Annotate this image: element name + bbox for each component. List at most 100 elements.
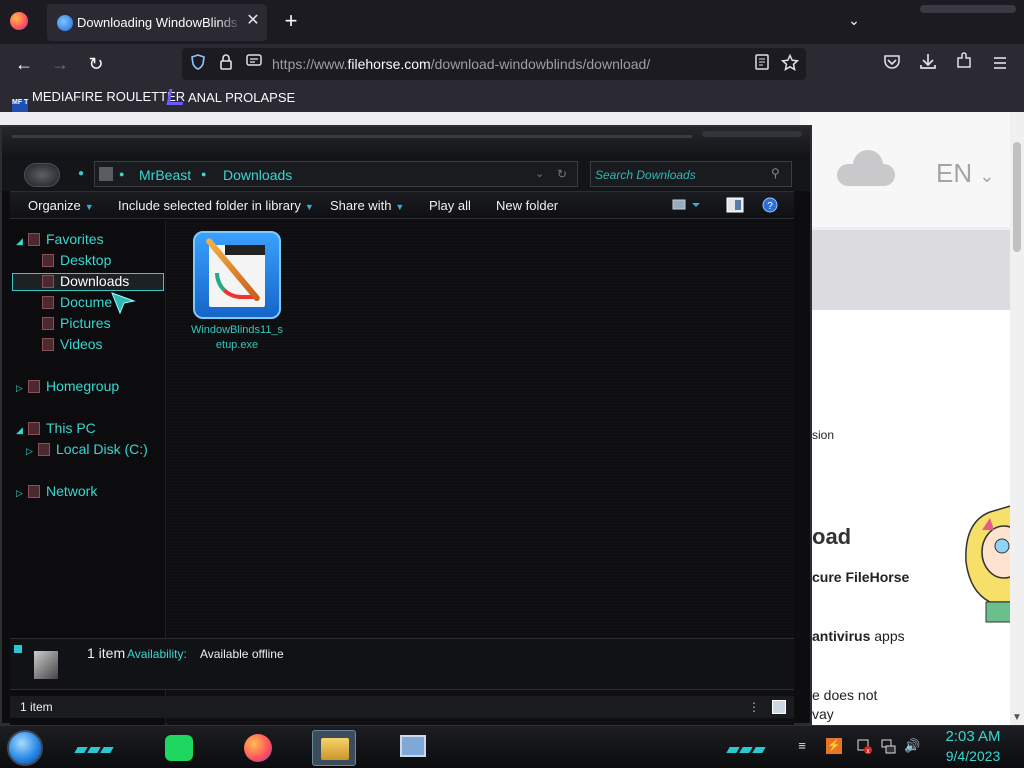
- nav-homegroup[interactable]: ▷ Homegroup: [16, 378, 119, 396]
- breadcrumb-mrbeast[interactable]: MrBeast: [139, 167, 191, 183]
- start-button[interactable]: [7, 730, 43, 766]
- bookmark-anal-prolapse[interactable]: ANAL PROLAPSE: [166, 89, 296, 107]
- list-all-tabs-button[interactable]: ⌄: [845, 12, 863, 30]
- preview-pane-icon[interactable]: [726, 197, 744, 213]
- desktop-icon: [42, 254, 54, 267]
- search-icon[interactable]: ⚲: [771, 166, 787, 182]
- nav-downloads[interactable]: Downloads: [42, 273, 129, 291]
- back-forward-orb-icon[interactable]: [24, 163, 60, 187]
- browser-tab-bar: Downloading WindowBlinds 11 ✕ + ⌄: [0, 0, 1024, 44]
- pocket-icon[interactable]: [880, 52, 904, 76]
- language-selector[interactable]: EN ⌄: [936, 158, 994, 189]
- play-all-button[interactable]: Play all: [429, 198, 471, 213]
- chevron-down-icon: ⌄: [979, 166, 995, 186]
- url-text[interactable]: https://www.filehorse.com/download-windo…: [272, 56, 650, 72]
- reload-button[interactable]: ↻: [84, 52, 108, 76]
- taskbar-file-explorer[interactable]: [312, 730, 356, 766]
- back-button[interactable]: ←: [12, 52, 36, 76]
- bookmark-label: ANAL PROLAPSE: [188, 90, 296, 105]
- file-item[interactable]: WindowBlinds11_setup.exe: [189, 231, 285, 361]
- network-icon[interactable]: [880, 738, 896, 754]
- reader-view-icon[interactable]: [752, 54, 772, 74]
- app-menu-icon[interactable]: [988, 52, 1012, 76]
- change-view-icon[interactable]: [672, 197, 700, 213]
- lock-icon[interactable]: [216, 54, 236, 74]
- web-text: cure FileHorse: [812, 569, 910, 585]
- nav-documents[interactable]: Docume: [42, 294, 112, 312]
- permissions-icon[interactable]: [244, 54, 264, 74]
- taskbar-spotify[interactable]: [156, 730, 200, 766]
- address-dropdown-icon[interactable]: ⌄: [535, 167, 544, 180]
- details-view-icon[interactable]: ⋮: [748, 700, 762, 714]
- nav-local-disk[interactable]: ▷ Local Disk (C:): [26, 441, 148, 459]
- volume-icon[interactable]: 🔊: [904, 738, 920, 754]
- mouse-cursor-icon: [110, 291, 136, 315]
- expand-arrow-icon: ▷: [16, 488, 23, 498]
- nav-pictures[interactable]: Pictures: [42, 315, 111, 333]
- url-path: /download-windowblinds/download/: [430, 56, 651, 72]
- forward-button[interactable]: →: [48, 52, 72, 76]
- organize-button[interactable]: Organize ▼: [28, 198, 94, 213]
- downloads-icon[interactable]: [916, 52, 940, 76]
- pictures-icon: [42, 317, 54, 330]
- nav-this-pc[interactable]: ◢ This PC: [16, 420, 96, 438]
- large-icons-view-icon[interactable]: [772, 700, 786, 714]
- include-in-library-button[interactable]: Include selected folder in library ▼: [118, 198, 314, 213]
- nav-desktop[interactable]: Desktop: [42, 252, 111, 270]
- bookmark-star-icon[interactable]: [780, 53, 800, 74]
- bookmarks-toolbar: MF T MEDIAFIRE ROULETTER ANAL PROLAPSE: [0, 84, 1024, 115]
- recent-locations-icon[interactable]: ●: [74, 167, 88, 181]
- app-tray-icon[interactable]: ⚡: [826, 738, 842, 754]
- breadcrumb-downloads[interactable]: Downloads: [223, 167, 292, 183]
- web-heading: oad: [812, 524, 852, 549]
- taskbar-decoration: [74, 740, 115, 753]
- titlebar-decoration: [702, 131, 802, 137]
- status-bar: 1 item ⋮: [10, 696, 794, 718]
- address-bar[interactable]: ● MrBeast ● Downloads ⌄ ↻: [94, 161, 578, 187]
- frame-decoration: [14, 645, 22, 653]
- tab-downloading-windowblinds[interactable]: Downloading WindowBlinds 11 ✕: [47, 4, 267, 41]
- details-item-count: 1 item: [87, 645, 126, 661]
- folder-location-icon: [99, 167, 113, 181]
- web-text: vay: [812, 706, 834, 722]
- language-code: EN: [936, 158, 973, 188]
- tab-close-icon[interactable]: ✕: [244, 12, 262, 30]
- cloud-icon[interactable]: [837, 150, 895, 186]
- help-icon[interactable]: ?: [762, 197, 780, 213]
- refresh-icon[interactable]: ↻: [557, 167, 567, 181]
- nav-network[interactable]: ▷ Network: [16, 483, 97, 501]
- videos-icon: [42, 338, 54, 351]
- url-bar[interactable]: https://www.filehorse.com/download-windo…: [182, 48, 806, 80]
- taskbar-windowblinds[interactable]: [392, 730, 436, 766]
- windowblinds-icon: [400, 735, 426, 757]
- window-controls: [920, 0, 1024, 14]
- extensions-icon[interactable]: [952, 52, 976, 76]
- nav-videos[interactable]: Videos: [42, 336, 103, 354]
- new-tab-button[interactable]: +: [280, 9, 302, 33]
- taskbar-decoration: [726, 740, 767, 753]
- homegroup-icon: [28, 380, 40, 393]
- expand-arrow-icon: ◢: [16, 236, 23, 246]
- web-scrollbar-thumb[interactable]: [1013, 142, 1021, 252]
- drive-icon: [38, 443, 50, 456]
- scroll-down-icon[interactable]: ▼: [1011, 712, 1023, 724]
- bookmark-mediafire-rouletter[interactable]: MF T MEDIAFIRE ROULETTER: [12, 89, 185, 115]
- firefox-view-icon[interactable]: [10, 12, 28, 30]
- new-folder-button[interactable]: New folder: [496, 198, 558, 213]
- network-error-icon[interactable]: x: [856, 738, 872, 755]
- search-box[interactable]: ⚲: [590, 161, 792, 187]
- search-input[interactable]: [595, 166, 765, 184]
- clock-time[interactable]: 2:03 AM: [938, 728, 1008, 745]
- clock-date[interactable]: 9/4/2023: [938, 748, 1008, 764]
- taskbar-firefox[interactable]: [236, 730, 280, 766]
- firefox-icon: [244, 734, 272, 762]
- star-icon: [28, 233, 40, 246]
- network-icon: [28, 485, 40, 498]
- explorer-address-row: ● ● MrBeast ● Downloads ⌄ ↻ ⚲: [2, 159, 810, 191]
- tracking-protection-icon[interactable]: [188, 54, 208, 74]
- share-with-button[interactable]: Share with ▼: [330, 198, 404, 213]
- downloads-folder-icon: [42, 275, 54, 288]
- explorer-titlebar[interactable]: [2, 127, 810, 159]
- show-hidden-icons-icon[interactable]: ≡: [794, 738, 810, 754]
- nav-favorites[interactable]: ◢ Favorites: [16, 231, 104, 249]
